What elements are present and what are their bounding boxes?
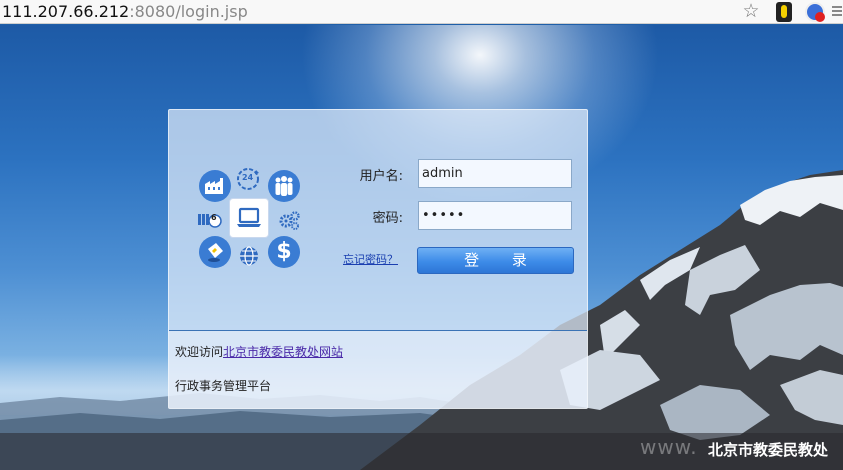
icon-cluster: 24 6 $	[169, 110, 329, 330]
globe-icon	[235, 242, 263, 270]
notification-badge: 6	[211, 213, 217, 222]
panel-footer: 欢迎访问北京市教委民教处网站 行政事务管理平台	[169, 331, 587, 408]
login-panel: 24 6 $ 用户名: admin 密码: ••••• 忘记密码？ 登 录 欢迎…	[168, 109, 588, 409]
people-icon	[268, 170, 300, 202]
notification-icon: 6	[195, 206, 223, 234]
site-link[interactable]: 北京市教委民教处网站	[223, 345, 343, 359]
url-host: 111.207.66.212	[2, 2, 130, 21]
welcome-prefix: 欢迎访问	[175, 345, 224, 359]
forgot-password-link[interactable]: 忘记密码？	[343, 251, 398, 267]
browser-address-bar: 111.207.66.212:8080/login.jsp ☆	[0, 0, 843, 24]
url-path: :8080/login.jsp	[129, 2, 248, 21]
gears-icon	[275, 206, 303, 234]
password-label: 密码:	[372, 211, 403, 226]
clock-24-icon: 24	[233, 164, 263, 194]
factory-icon	[199, 170, 231, 202]
password-input[interactable]: •••••	[418, 201, 572, 230]
login-button[interactable]: 登 录	[417, 247, 574, 274]
extension-badge-icon[interactable]	[805, 2, 825, 22]
watermark-text: 北京市教委民教处	[708, 441, 829, 459]
clock-badge: 24	[242, 173, 254, 182]
username-input[interactable]	[418, 159, 572, 188]
platform-title: 行政事务管理平台	[175, 379, 272, 393]
laptop-icon	[229, 198, 269, 238]
login-form-area: 24 6 $ 用户名: admin 密码: ••••• 忘记密码？ 登 录	[169, 110, 587, 330]
bookmark-star-icon[interactable]: ☆	[740, 0, 762, 24]
dollar-icon: $	[268, 236, 300, 268]
url-field[interactable]: 111.207.66.212:8080/login.jsp	[0, 0, 248, 24]
extension-icon[interactable]	[776, 2, 792, 22]
welcome-line: 欢迎访问北京市教委民教处网站	[175, 343, 343, 360]
paint-bucket-icon	[199, 236, 231, 268]
watermark-url: www.	[640, 435, 698, 459]
username-label: 用户名:	[359, 169, 403, 184]
browser-menu-icon[interactable]	[832, 4, 842, 20]
